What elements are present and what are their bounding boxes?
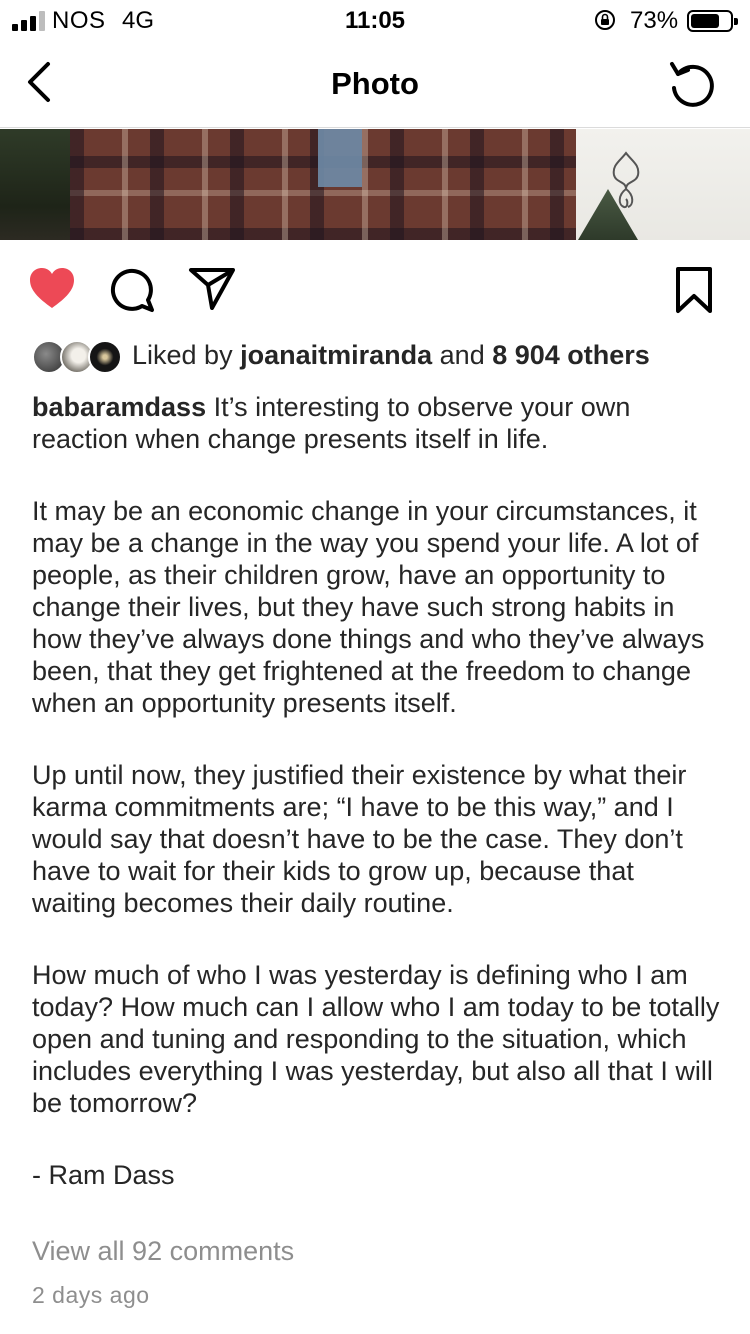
orientation-lock-icon bbox=[595, 10, 615, 30]
page-title: Photo bbox=[331, 66, 419, 101]
post-photo[interactable] bbox=[0, 129, 750, 240]
navigation-bar: Photo bbox=[0, 40, 750, 128]
caption-paragraph: babaramdass It’s interesting to observe … bbox=[32, 391, 724, 455]
comment-icon[interactable] bbox=[108, 266, 156, 314]
battery-icon bbox=[687, 10, 738, 32]
likes-others[interactable]: 8 904 others bbox=[492, 340, 650, 370]
likes-prefix: Liked by bbox=[132, 340, 233, 370]
status-bar: NOS 4G 11:05 73% bbox=[0, 0, 750, 40]
avatar bbox=[88, 340, 122, 374]
likes-text: Liked by joanaitmiranda and 8 904 others bbox=[132, 340, 650, 371]
bookmark-icon[interactable] bbox=[674, 266, 714, 314]
post-caption: babaramdass It’s interesting to observe … bbox=[32, 391, 724, 1191]
photo-denim bbox=[318, 129, 362, 187]
caption-paragraph: It may be an economic change in your cir… bbox=[32, 496, 705, 718]
post-actions bbox=[0, 250, 750, 330]
refresh-icon[interactable] bbox=[664, 56, 720, 112]
caption-username[interactable]: babaramdass bbox=[32, 392, 206, 422]
heart-icon[interactable] bbox=[28, 266, 76, 310]
liker-username[interactable]: joanaitmiranda bbox=[240, 340, 432, 370]
battery-percent: 73% bbox=[630, 7, 679, 34]
caption-signature: - Ram Dass bbox=[32, 1160, 175, 1190]
photo-ornament bbox=[612, 151, 640, 209]
caption-paragraph: Up until now, they justified their exist… bbox=[32, 760, 687, 918]
view-all-comments-link[interactable]: View all 92 comments bbox=[32, 1236, 294, 1267]
likes-summary[interactable]: Liked by joanaitmiranda and 8 904 others bbox=[32, 336, 732, 378]
post-timestamp: 2 days ago bbox=[32, 1282, 150, 1308]
liker-avatars bbox=[32, 340, 124, 374]
likes-and: and bbox=[439, 340, 485, 370]
share-icon[interactable] bbox=[188, 266, 236, 310]
caption-paragraph: How much of who I was yesterday is defin… bbox=[32, 960, 720, 1118]
